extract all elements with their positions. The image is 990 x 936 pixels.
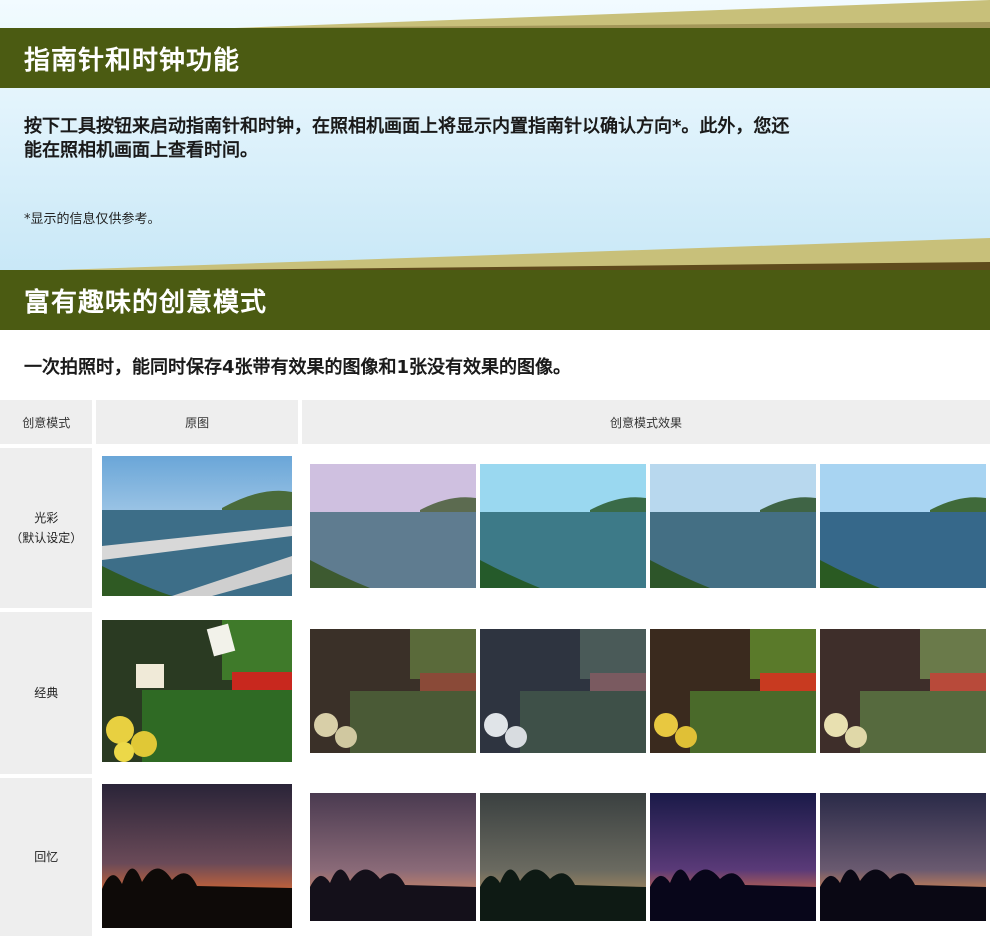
table-row: 经典 bbox=[0, 612, 990, 774]
compass-clock-description: 按下工具按钮来启动指南针和时钟，在照相机画面上将显示内置指南针以确认方向*。此外… bbox=[24, 115, 789, 163]
mode-label-classic: 经典 bbox=[0, 612, 93, 774]
original-cell bbox=[96, 448, 298, 608]
description-line-2: 能在照相机画面上查看时间。 bbox=[24, 140, 258, 161]
creative-mode-table: 创意模式 原图 创意模式效果 光彩 （默认设定） 经典 回忆 bbox=[0, 400, 990, 936]
original-photo-harbor bbox=[102, 456, 293, 596]
effect-photos-harbor bbox=[310, 464, 986, 588]
creative-mode-description: 一次拍照时，能同时保存4张带有效果的图像和1张没有效果的图像。 bbox=[24, 357, 572, 378]
effects-cell bbox=[302, 778, 990, 936]
compass-clock-title: 指南针和时钟功能 bbox=[24, 45, 241, 76]
mode-label-vivid: 光彩 （默认设定） bbox=[0, 448, 93, 608]
mode-note: （默认设定） bbox=[10, 531, 83, 545]
table-row: 回忆 bbox=[0, 778, 990, 936]
header-effects: 创意模式效果 bbox=[302, 400, 990, 444]
effects-cell bbox=[302, 612, 990, 774]
original-photo-vegetables bbox=[102, 620, 293, 762]
reference-note: *显示的信息仅供参考。 bbox=[24, 212, 161, 227]
creative-mode-heading-bar: 富有趣味的创意模式 bbox=[0, 270, 990, 330]
original-photo-sunset bbox=[102, 784, 293, 928]
mode-name: 经典 bbox=[34, 686, 59, 700]
mode-label-memory: 回忆 bbox=[0, 778, 93, 936]
mode-name: 回忆 bbox=[34, 850, 59, 864]
top-decorative-stripe bbox=[0, 0, 990, 30]
compass-clock-heading-bar: 指南针和时钟功能 bbox=[0, 28, 990, 88]
effect-photos-sunset bbox=[310, 793, 986, 921]
mode-name: 光彩 bbox=[34, 511, 59, 525]
table-header-row: 创意模式 原图 创意模式效果 bbox=[0, 400, 990, 444]
table-row: 光彩 （默认设定） bbox=[0, 448, 990, 608]
effects-cell bbox=[302, 448, 990, 608]
original-cell bbox=[96, 778, 298, 936]
description-line-1: 按下工具按钮来启动指南针和时钟，在照相机画面上将显示内置指南针以确认方向*。此外… bbox=[24, 116, 790, 137]
header-creative-mode: 创意模式 bbox=[0, 400, 93, 444]
effect-photos-vegetables bbox=[310, 629, 986, 753]
header-original: 原图 bbox=[96, 400, 299, 444]
creative-mode-title: 富有趣味的创意模式 bbox=[24, 287, 268, 318]
original-cell bbox=[96, 612, 298, 774]
middle-decorative-stripe bbox=[0, 238, 990, 272]
